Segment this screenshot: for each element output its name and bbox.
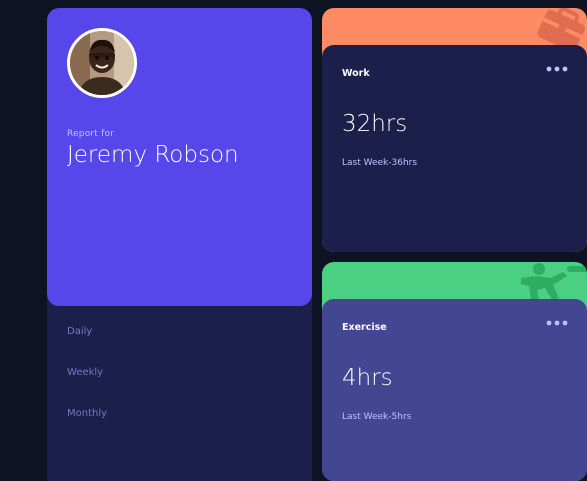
- exercise-card: Exercise 4hrs Last Week-5hrs: [322, 262, 587, 481]
- avatar: [67, 28, 137, 98]
- exercise-card-body[interactable]: Exercise 4hrs Last Week-5hrs: [322, 299, 587, 481]
- timeframe-daily[interactable]: Daily: [67, 326, 107, 337]
- running-icon: [521, 263, 587, 300]
- timeframe-monthly[interactable]: Monthly: [67, 408, 107, 419]
- work-card: Work 32hrs Last Week-36hrs: [322, 8, 587, 252]
- time-tracking-dashboard: Report for Jeremy Robson Daily Weekly Mo…: [0, 0, 587, 481]
- activity-title: Work: [342, 68, 370, 79]
- user-name: Jeremy Robson: [67, 142, 239, 168]
- report-for-label: Report for: [67, 129, 115, 139]
- profile-card: Report for Jeremy Robson: [47, 8, 312, 306]
- timeframe-weekly[interactable]: Weekly: [67, 367, 107, 378]
- activity-title: Exercise: [342, 322, 387, 333]
- avatar-image: [70, 31, 134, 95]
- previous-hours: Last Week-5hrs: [342, 412, 412, 422]
- ellipsis-icon[interactable]: [546, 65, 568, 73]
- timeframe-list: Daily Weekly Monthly: [67, 326, 107, 449]
- current-hours: 4hrs: [342, 365, 393, 391]
- previous-hours: Last Week-36hrs: [342, 158, 418, 168]
- current-hours: 32hrs: [342, 111, 408, 137]
- ellipsis-icon[interactable]: [546, 319, 568, 327]
- profile-panel: Report for Jeremy Robson Daily Weekly Mo…: [47, 8, 312, 481]
- work-card-body[interactable]: Work 32hrs Last Week-36hrs: [322, 45, 587, 252]
